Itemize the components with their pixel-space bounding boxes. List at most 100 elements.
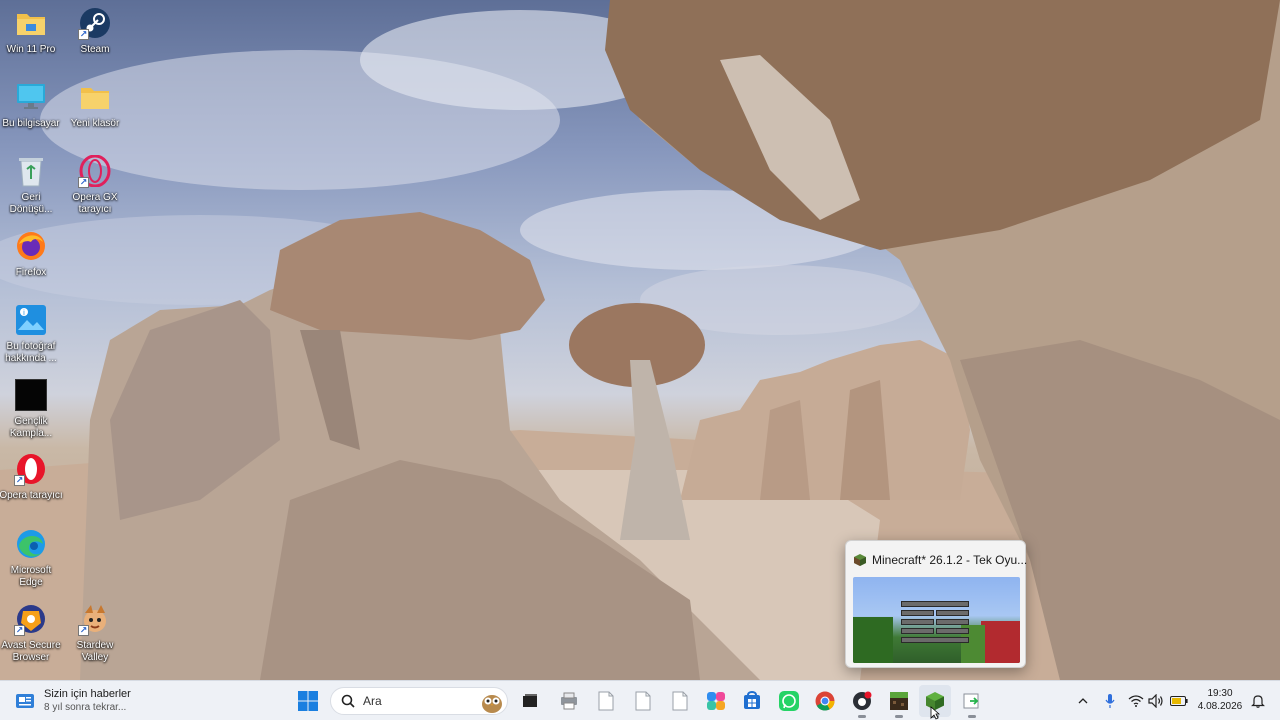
- opera-icon: ↗: [14, 452, 48, 486]
- desktop-icon-label: Yeni klasör: [70, 118, 120, 129]
- taskbar-task-view[interactable]: [514, 685, 546, 717]
- show-hidden-icons-button[interactable]: [1074, 681, 1092, 720]
- desktop-icon-recycle-bin[interactable]: Geri Dönüşü...: [0, 154, 63, 216]
- search-highlight-owl-icon: [479, 689, 505, 715]
- photo-info-icon: i: [14, 303, 48, 337]
- printer-icon: [561, 692, 577, 710]
- file-explorer-icon: [523, 694, 537, 707]
- minecraft-menu-button: [936, 628, 969, 634]
- opera-gx-icon: ↗: [78, 154, 112, 188]
- desktop-icon-opera[interactable]: ↗ Opera tarayıcı: [0, 452, 63, 502]
- desktop-icon-edge[interactable]: Microsoft Edge: [0, 527, 63, 589]
- taskbar-search[interactable]: [330, 687, 508, 715]
- notifications-button[interactable]: [1248, 681, 1268, 720]
- folder-icon: [78, 80, 112, 114]
- desktop-icon-win11pro[interactable]: Win 11 Pro: [0, 6, 63, 56]
- taskbar-github-desktop[interactable]: [846, 685, 878, 718]
- black-app-icon: [14, 378, 48, 412]
- search-input[interactable]: [363, 694, 473, 708]
- taskbar-printer[interactable]: [553, 685, 585, 717]
- desktop-icon-label: Avast Secure Browser: [1, 640, 61, 663]
- battery-icon: [1170, 696, 1188, 706]
- taskbar-minecraft-launcher[interactable]: [883, 685, 915, 718]
- minecraft-menu-button: [901, 601, 969, 607]
- folder-icon: [14, 6, 48, 40]
- weather-news-icon: [14, 690, 36, 712]
- wifi-icon: [1128, 695, 1144, 707]
- network-button[interactable]: [1126, 681, 1146, 720]
- minecraft-menu-button: [901, 637, 969, 643]
- desktop-icon-genclik[interactable]: Gençlik Kampla...: [0, 378, 63, 440]
- minecraft-menu-button: [936, 610, 969, 616]
- clock[interactable]: 19:30 4.08.2026: [1192, 687, 1248, 713]
- news-subtitle: 8 yıl sonra tekrar...: [44, 702, 127, 713]
- minecraft-menu-button: [901, 628, 934, 634]
- desktop-icon-photo-info[interactable]: i Bu fotoğraf hakkında ...: [0, 303, 63, 365]
- desktop-wallpaper: [0, 0, 1280, 680]
- shortcut-arrow-icon: ↗: [78, 29, 89, 40]
- desktop-icon-firefox[interactable]: Firefox: [0, 229, 63, 279]
- desktop-icon-this-pc[interactable]: Bu bilgisayar: [0, 80, 63, 130]
- shortcut-arrow-icon: ↗: [78, 177, 89, 188]
- taskbar-document-3[interactable]: [664, 685, 696, 717]
- speaker-icon: [1148, 694, 1163, 708]
- desktop-icon-stardew-valley[interactable]: ↗ Stardew Valley: [63, 602, 127, 664]
- clock-time: 19:30: [1207, 688, 1233, 699]
- desktop-icon-steam[interactable]: ↗ Steam: [63, 6, 127, 56]
- microphone-icon: [1105, 694, 1115, 708]
- desktop-icon-label: Firefox: [15, 267, 47, 278]
- microphone-button[interactable]: [1100, 681, 1120, 720]
- desktop-icon-label: Win 11 Pro: [6, 44, 56, 55]
- windows-start-icon: [298, 691, 318, 711]
- wallpaper-rocks: [0, 0, 1280, 680]
- start-button[interactable]: [292, 685, 324, 717]
- github-desktop-icon: [853, 691, 872, 710]
- taskbar-document-2[interactable]: [627, 685, 659, 717]
- chevron-up-icon: [1078, 698, 1088, 704]
- desktop-icon-label: Gençlik Kampla...: [9, 416, 53, 439]
- desktop-icon-opera-gx[interactable]: ↗ Opera GX tarayıcı: [63, 154, 127, 216]
- stardew-valley-icon: ↗: [78, 602, 112, 636]
- taskbar-terminal[interactable]: [956, 685, 988, 718]
- minecraft-menu-button: [901, 619, 934, 625]
- document-icon: [635, 691, 651, 711]
- news-widget[interactable]: Sizin için haberler 8 yıl sonra tekrar..…: [14, 685, 131, 717]
- terminal-icon: [963, 693, 979, 709]
- minecraft-menu-button: [936, 619, 969, 625]
- desktop-icon-label: Steam: [80, 44, 110, 55]
- volume-button[interactable]: [1146, 681, 1166, 720]
- mouse-cursor-icon: [930, 706, 941, 720]
- taskbar-store[interactable]: [736, 685, 768, 717]
- firefox-icon: [14, 229, 48, 263]
- preview-screenshot: [853, 577, 1020, 663]
- minecraft-menu-button: [901, 610, 934, 616]
- battery-button[interactable]: [1168, 681, 1190, 720]
- desktop-icon-label: Bu fotoğraf hakkında ...: [5, 341, 57, 364]
- taskbar-copilot[interactable]: [700, 685, 732, 717]
- shortcut-arrow-icon: ↗: [14, 625, 25, 636]
- taskbar-document-1[interactable]: [590, 685, 622, 717]
- svg-text:i: i: [23, 309, 25, 317]
- shortcut-arrow-icon: ↗: [14, 475, 25, 486]
- whatsapp-icon: [779, 691, 799, 711]
- desktop-icon-label: Bu bilgisayar: [2, 118, 60, 129]
- desktop-icon-label: Stardew Valley: [76, 640, 114, 663]
- steam-icon: ↗: [78, 6, 112, 40]
- copilot-icon: [707, 692, 725, 710]
- desktop-icon-label: Opera tarayıcı: [0, 490, 63, 501]
- minecraft-window-preview[interactable]: Minecraft* 26.1.2 - Tek Oyu...: [845, 540, 1027, 668]
- minecraft-icon: [854, 553, 866, 566]
- desktop-icon-avast[interactable]: ↗ Avast Secure Browser: [0, 602, 63, 664]
- search-icon: [341, 694, 355, 708]
- document-icon: [598, 691, 614, 711]
- taskbar-whatsapp[interactable]: [773, 685, 805, 717]
- news-title: Sizin için haberler: [44, 688, 131, 700]
- clock-date: 4.08.2026: [1197, 701, 1243, 712]
- shortcut-arrow-icon: ↗: [78, 625, 89, 636]
- taskbar-chrome[interactable]: [809, 685, 841, 717]
- chrome-icon: [815, 691, 835, 711]
- document-icon: [672, 691, 688, 711]
- taskbar: Sizin için haberler 8 yıl sonra tekrar..…: [0, 680, 1280, 720]
- avast-icon: ↗: [14, 602, 48, 636]
- desktop-icon-new-folder[interactable]: Yeni klasör: [63, 80, 127, 130]
